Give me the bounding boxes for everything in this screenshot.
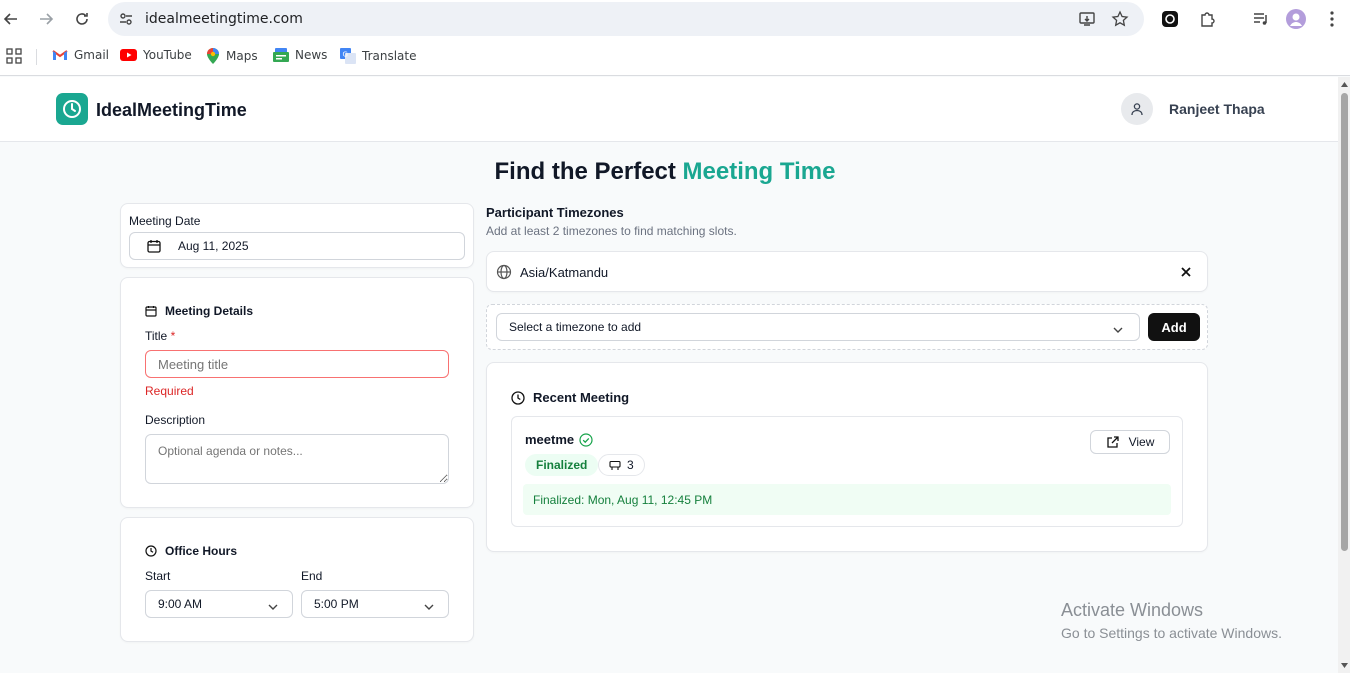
timezone-select[interactable]: Select a timezone to add <box>496 313 1140 341</box>
youtube-icon <box>120 49 137 61</box>
recent-meeting-item[interactable]: meetme Finalized 3 View Finalized: Mon, … <box>511 416 1183 527</box>
start-label: Start <box>145 569 171 583</box>
meeting-date-value: Aug 11, 2025 <box>178 239 249 253</box>
reload-icon[interactable] <box>71 8 93 30</box>
bookmark-divider <box>36 49 37 65</box>
title-input[interactable] <box>145 350 449 378</box>
external-link-icon <box>1106 436 1119 448</box>
scroll-thumb[interactable] <box>1341 93 1348 551</box>
app-header: IdealMeetingTime Ranjeet Thapa <box>0 77 1338 142</box>
check-circle-icon <box>579 432 593 447</box>
finalized-text: Finalized: Mon, Aug 11, 12:45 PM <box>533 493 713 507</box>
brand-name[interactable]: IdealMeetingTime <box>96 100 247 121</box>
install-app-icon[interactable] <box>1078 10 1096 33</box>
meeting-date-card: Meeting Date Aug 11, 2025 <box>120 203 474 268</box>
page-scrollbar[interactable] <box>1338 77 1350 673</box>
remove-timezone-close-icon[interactable] <box>1180 265 1192 283</box>
bookmark-label: YouTube <box>143 48 192 62</box>
bookmark-translate[interactable]: G Translate <box>340 48 417 64</box>
gmail-icon <box>52 50 68 60</box>
start-time-value: 9:00 AM <box>158 597 203 611</box>
activate-windows-watermark: Activate Windows Go to Settings to activ… <box>1061 600 1282 641</box>
chevron-down-icon <box>1113 323 1123 337</box>
bookmarks-bar: Gmail YouTube Maps News G Translate <box>0 38 1350 76</box>
office-hours-card: Office Hours Start 9:00 AM End 5:00 PM <box>120 517 474 642</box>
chrome-menu-icon[interactable] <box>1321 8 1343 30</box>
calendar-icon <box>145 306 157 317</box>
user-name[interactable]: Ranjeet Thapa <box>1169 101 1265 117</box>
meeting-name: meetme <box>525 432 575 447</box>
end-time-select[interactable]: 5:00 PM <box>301 590 449 618</box>
recent-meeting-card: Recent Meeting meetme Finalized 3 View F… <box>486 362 1208 552</box>
bookmark-news[interactable]: News <box>273 48 327 62</box>
profile-avatar-icon[interactable] <box>1285 8 1307 30</box>
page-title-accent: Meeting Time <box>682 158 836 185</box>
address-bar[interactable]: idealmeetingtime.com <box>108 2 1144 36</box>
browser-toolbar: idealmeetingtime.com <box>0 0 1350 38</box>
bookmark-star-icon[interactable] <box>1111 10 1129 33</box>
finalized-banner: Finalized: Mon, Aug 11, 12:45 PM <box>523 484 1171 515</box>
user-icon <box>1131 103 1143 116</box>
description-textarea[interactable] <box>145 434 449 484</box>
bookmark-gmail[interactable]: Gmail <box>52 48 109 62</box>
end-time-value: 5:00 PM <box>314 597 359 611</box>
add-timezone-button[interactable]: Add <box>1148 313 1200 341</box>
timezone-select-placeholder: Select a timezone to add <box>509 320 642 334</box>
site-settings-icon[interactable] <box>118 11 134 32</box>
participants-badge: 3 <box>598 454 645 476</box>
scroll-down-icon <box>1341 663 1348 668</box>
maps-pin-icon <box>207 48 219 64</box>
clock-logo-icon[interactable] <box>56 93 88 125</box>
required-asterisk: * <box>170 329 176 343</box>
chevron-down-icon <box>424 600 434 614</box>
start-time-select[interactable]: 9:00 AM <box>145 590 293 618</box>
apps-grid-icon[interactable] <box>6 48 22 64</box>
timezone-name: Asia/Katmandu <box>520 265 609 280</box>
globe-icon <box>496 264 512 285</box>
page-title: Find the Perfect Meeting Time <box>494 158 836 185</box>
title-label: Title * <box>145 329 176 343</box>
meeting-date-label: Meeting Date <box>129 214 201 228</box>
title-required-error: Required <box>145 384 194 398</box>
clock-icon <box>511 390 525 405</box>
bookmark-label: Translate <box>362 49 417 63</box>
bookmark-youtube[interactable]: YouTube <box>120 48 192 62</box>
calendar-icon <box>147 239 161 256</box>
back-icon[interactable] <box>0 8 22 30</box>
timezone-item: Asia/Katmandu <box>486 251 1208 292</box>
svg-text:G: G <box>343 51 348 59</box>
description-label: Description <box>145 413 206 427</box>
forward-icon[interactable] <box>35 8 57 30</box>
bookmark-maps[interactable]: Maps <box>206 48 258 64</box>
media-control-icon[interactable] <box>1250 8 1272 30</box>
user-avatar[interactable] <box>1121 93 1153 125</box>
timezones-subtitle: Add at least 2 timezones to find matchin… <box>486 224 737 238</box>
scroll-up-icon <box>1341 82 1348 87</box>
end-label: End <box>301 569 323 583</box>
clock-icon <box>145 545 157 557</box>
add-timezone-row: Select a timezone to add Add <box>486 304 1208 350</box>
bookmark-label: News <box>295 48 328 62</box>
meeting-date-picker[interactable]: Aug 11, 2025 <box>129 232 465 260</box>
chevron-down-icon <box>268 600 278 614</box>
meeting-details-heading: Meeting Details <box>145 304 253 318</box>
view-meeting-button[interactable]: View <box>1090 430 1170 454</box>
meeting-details-card: Meeting Details Title * Required Descrip… <box>120 277 474 508</box>
timezones-heading: Participant Timezones <box>486 205 624 220</box>
extensions-puzzle-icon[interactable] <box>1196 8 1218 30</box>
status-badge: Finalized <box>525 454 599 476</box>
participants-icon <box>609 460 621 470</box>
bookmark-label: Gmail <box>74 48 110 62</box>
bookmark-label: Maps <box>226 49 258 63</box>
office-hours-heading: Office Hours <box>145 544 237 558</box>
translate-icon: G <box>340 48 356 64</box>
recent-meeting-heading: Recent Meeting <box>511 390 629 405</box>
url-text[interactable]: idealmeetingtime.com <box>145 11 303 27</box>
news-icon <box>273 48 289 62</box>
meeting-name-row: meetme <box>525 432 593 447</box>
extension-app-icon[interactable] <box>1159 8 1181 30</box>
